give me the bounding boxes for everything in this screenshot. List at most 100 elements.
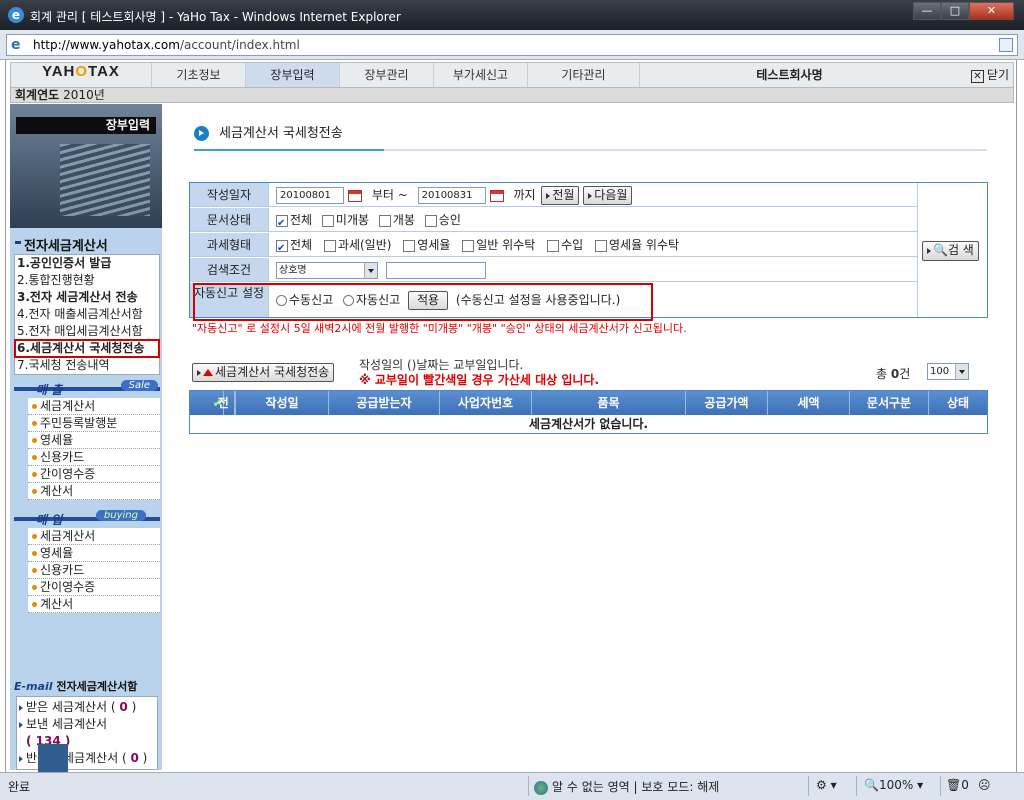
top-navigation: YAHOTAX 기초정보 장부입력 장부관리 부가세신고 기타관리 테스트회사명… <box>10 62 1014 88</box>
sidebar: 장부입력 전자세금계산서 1.공인인증서 발급 2.통합진행현황 3.전자 세금… <box>10 104 162 772</box>
fiscal-year-bar: 회계연도 2010년 <box>10 87 1014 103</box>
minimize-button[interactable]: — <box>913 2 941 20</box>
search-text-input[interactable] <box>385 262 486 279</box>
menu-etax-send[interactable]: 3.전자 세금계산서 전송 <box>15 289 159 306</box>
date-to-input[interactable]: 20100831 <box>417 187 486 204</box>
docstate-opened-checkbox[interactable] <box>378 214 391 227</box>
nav-tab-vat-report[interactable]: 부가세신고 <box>433 63 527 87</box>
yahotax-logo[interactable]: YAHOTAX <box>11 63 151 87</box>
nav-tab-ledger-input[interactable]: 장부입력 <box>245 63 339 87</box>
security-icon[interactable]: ⚙ ▾ <box>816 778 837 792</box>
docstate-approved-checkbox[interactable] <box>424 214 437 227</box>
title-underline <box>194 149 987 151</box>
url-field[interactable]: e http://www.yahotax.com/account/index.h… <box>6 34 1018 56</box>
close-icon: ✕ <box>970 70 984 83</box>
upload-arrow-icon <box>203 369 213 376</box>
zoom-control[interactable]: 🔍100% ▾ <box>864 778 923 792</box>
smiley-icon[interactable]: ☹ <box>978 778 991 792</box>
calendar-icon[interactable] <box>348 189 362 202</box>
buying-tag: buying <box>95 510 146 521</box>
buying-item-credit-card[interactable]: 신용카드 <box>28 562 160 579</box>
buying-item-receipt[interactable]: 간이영수증 <box>28 579 160 596</box>
buying-item-tax-invoice[interactable]: 세금계산서 <box>28 528 160 545</box>
window-title: 회계 관리 [ 테스트회사명 ] - YaHo Tax - Windows In… <box>30 10 401 24</box>
menu-nts-history[interactable]: 7.국세청 전송내역 <box>15 357 159 374</box>
col-status: 상태 <box>946 396 970 410</box>
search-field-select[interactable]: 상호명 <box>276 262 378 279</box>
prev-month-button[interactable]: 전월 <box>541 186 580 205</box>
logout-close-button[interactable]: ✕ 닫기 <box>970 66 1009 83</box>
company-name: 테스트회사명 <box>639 63 939 87</box>
taxtype-consign-checkbox[interactable] <box>462 239 475 252</box>
menu-nts-transmit[interactable]: 6.세금계산서 국세청전송 <box>14 339 160 358</box>
taxtype-import-checkbox[interactable] <box>547 239 560 252</box>
sidebar-footer-decor <box>38 744 68 772</box>
taxtype-all-checkbox[interactable] <box>276 237 288 261</box>
compat-icon[interactable] <box>999 38 1013 52</box>
calendar-icon[interactable] <box>489 189 504 202</box>
ie-icon: e <box>8 7 24 23</box>
buying-item-zero-rate[interactable]: 영세율 <box>28 545 160 562</box>
date-from-input[interactable]: 20100801 <box>276 187 344 204</box>
maximize-button[interactable]: □ <box>941 2 969 20</box>
zoom-icon: 🔍 <box>864 778 879 792</box>
row-docstate: 문서상태 전체 미개봉 개봉 승인 <box>190 208 917 236</box>
nts-transmit-button[interactable]: 세금계산서 국세청전송 <box>192 363 335 382</box>
url-domain: http://www.yahotax.com <box>33 38 180 52</box>
email-box-header: E-mail 전자세금계산서함 <box>14 680 138 693</box>
title-bullet-icon <box>194 126 209 141</box>
sale-tag: Sale <box>120 380 158 391</box>
nav-tab-basic-info[interactable]: 기초정보 <box>151 63 245 87</box>
next-month-button[interactable]: 다음월 <box>583 186 633 205</box>
menu-progress-status[interactable]: 2.통합진행현황 <box>15 272 159 289</box>
etax-invoice-title: 전자세금계산서 <box>15 235 108 254</box>
buying-section-header: 매 입 buying <box>14 510 160 527</box>
col-select-all[interactable]: ✔ 전체 <box>190 391 236 434</box>
email-received[interactable]: 받은 세금계산서 ( 0 ) <box>17 699 157 716</box>
buying-item-invoice[interactable]: 계산서 <box>28 596 160 613</box>
sidebar-header-image: 장부입력 <box>10 104 162 228</box>
menu-purchase-box[interactable]: 5.전자 매입세금계산서함 <box>15 323 159 340</box>
status-bar: 완료 알 수 없는 영역 | 보호 모드: 해제 ⚙ ▾ 🔍100% ▾ 🗑0 … <box>0 772 1024 800</box>
from-suffix: 부터 ~ <box>371 188 408 202</box>
menu-cert-issue[interactable]: 1.공인인증서 발급 <box>15 255 159 272</box>
taxtype-zero-checkbox[interactable] <box>403 239 416 252</box>
to-suffix: 까지 <box>513 188 536 202</box>
taxtype-general-checkbox[interactable] <box>323 239 336 252</box>
col-doc-type: 문서구분 <box>850 391 929 415</box>
auto-report-notice: "자동신고" 로 설정시 5일 새벽2시에 전월 발행한 "미개봉" "개봉" … <box>192 322 687 335</box>
search-button[interactable]: 🔍검 색 <box>922 241 979 261</box>
close-window-button[interactable]: ✕ <box>969 2 1014 20</box>
taxtype-zero-consign-checkbox[interactable] <box>595 239 607 252</box>
trash-counter[interactable]: 🗑0 <box>946 778 969 792</box>
total-count: 총 0건 <box>876 367 911 381</box>
address-bar: e http://www.yahotax.com/account/index.h… <box>0 30 1024 60</box>
col-date: 작성일 <box>236 391 329 415</box>
sales-item-receipt[interactable]: 간이영수증 <box>28 466 160 483</box>
docstate-unopened-checkbox[interactable] <box>321 214 334 227</box>
chevron-down-icon <box>955 364 968 379</box>
sales-item-resident[interactable]: 주민등록발행분 <box>28 415 160 432</box>
docstate-all-checkbox[interactable] <box>276 212 288 236</box>
date-label: 작성일자 <box>190 183 269 206</box>
fiscal-year-value: 2010년 <box>63 88 105 102</box>
sales-item-invoice[interactable]: 계산서 <box>28 483 160 500</box>
fiscal-year-label: 회계연도 <box>15 88 60 102</box>
sales-item-credit-card[interactable]: 신용카드 <box>28 449 160 466</box>
col-biz-number: 사업자번호 <box>440 391 532 415</box>
zone-status: 알 수 없는 영역 | 보호 모드: 해제 <box>534 778 719 795</box>
url-path: /account/index.html <box>179 38 300 52</box>
col-item: 품목 <box>532 391 686 415</box>
row-taxtype: 과세형태 전체 과세(일반) 영세율 일반 위수탁 수입 영세율 위수탁 <box>190 233 917 261</box>
sales-item-tax-invoice[interactable]: 세금계산서 <box>28 398 160 415</box>
trash-icon: 🗑 <box>946 778 962 792</box>
ie-page-icon: e <box>11 37 21 53</box>
nav-tab-ledger-manage[interactable]: 장부관리 <box>339 63 433 87</box>
search-icon: 🔍 <box>933 243 948 257</box>
page-size-select[interactable]: 100 <box>927 363 969 380</box>
sales-item-zero-rate[interactable]: 영세율 <box>28 432 160 449</box>
menu-sales-box[interactable]: 4.전자 매출세금계산서함 <box>15 306 159 323</box>
nav-tab-other[interactable]: 기타관리 <box>527 63 639 87</box>
sidebar-section-label: 장부입력 <box>16 117 156 134</box>
chevron-down-icon <box>364 263 377 278</box>
